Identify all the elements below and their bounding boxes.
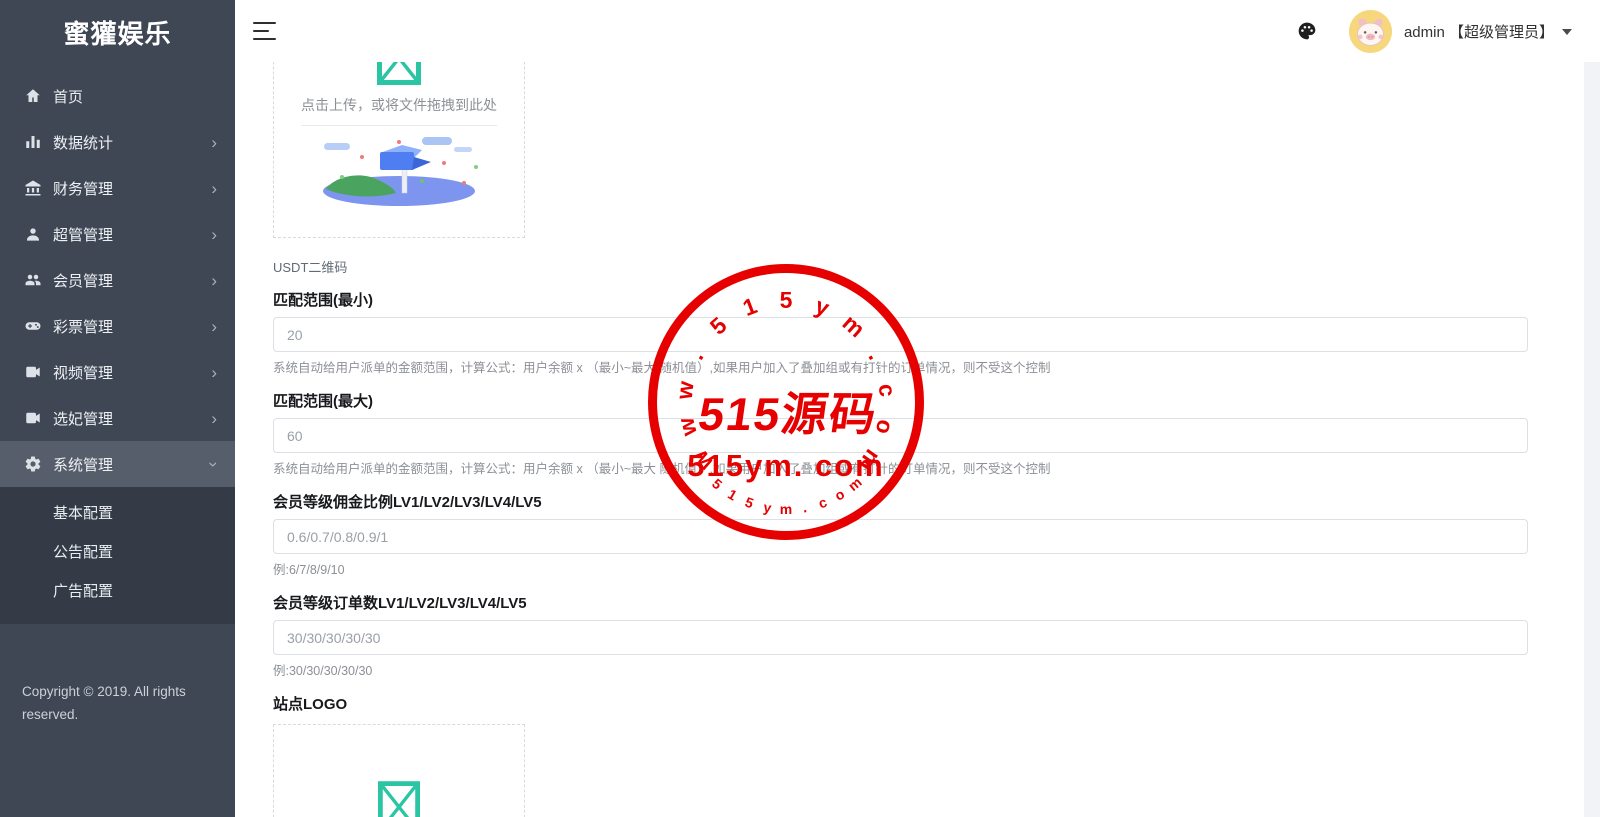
topbar: admin 【超级管理员】 bbox=[235, 0, 1600, 62]
site-logo-label: 站点LOGO bbox=[273, 695, 1528, 714]
match-max-input[interactable] bbox=[273, 418, 1528, 453]
sidebar-item-label: 超管管理 bbox=[53, 224, 211, 245]
chevron-right-icon: › bbox=[211, 410, 217, 427]
divider bbox=[301, 125, 497, 126]
broken-image-icon bbox=[378, 781, 420, 817]
admin-app: 蜜獾娱乐 首页 数据统计 › 财务管理 › bbox=[0, 0, 1600, 817]
chevron-right-icon: › bbox=[211, 180, 217, 197]
sidebar-item-label: 数据统计 bbox=[53, 132, 211, 153]
sidebar-toggle-icon[interactable] bbox=[253, 22, 277, 40]
bar-chart-icon bbox=[24, 133, 42, 151]
submenu-item-ad-config[interactable]: 广告配置 bbox=[0, 571, 235, 610]
sidebar-item-label: 首页 bbox=[53, 86, 217, 107]
gamepad-icon bbox=[24, 317, 42, 335]
broken-image-icon bbox=[377, 62, 421, 90]
usdt-qrcode-upload[interactable]: 点击上传，或将文件拖拽到此处 bbox=[273, 62, 525, 238]
users-icon bbox=[24, 271, 42, 289]
scrollbar[interactable] bbox=[1584, 62, 1600, 817]
field-label: 会员等级订单数LV1/LV2/LV3/LV4/LV5 bbox=[273, 594, 1528, 613]
chevron-right-icon: › bbox=[211, 318, 217, 335]
submenu-item-notice-config[interactable]: 公告配置 bbox=[0, 532, 235, 571]
user-name: admin 【超级管理员】 bbox=[1404, 21, 1554, 42]
chevron-right-icon: › bbox=[211, 134, 217, 151]
user-icon bbox=[24, 225, 42, 243]
sidebar-item-members[interactable]: 会员管理 › bbox=[0, 257, 235, 303]
field-label: 匹配范围(最小) bbox=[273, 291, 1528, 310]
theme-palette-icon[interactable] bbox=[1297, 21, 1317, 41]
match-min-input[interactable] bbox=[273, 317, 1528, 352]
sidebar-item-lottery[interactable]: 彩票管理 › bbox=[0, 303, 235, 349]
sidebar-item-label: 选妃管理 bbox=[53, 408, 211, 429]
sidebar-item-label: 彩票管理 bbox=[53, 316, 211, 337]
avatar[interactable] bbox=[1349, 10, 1392, 53]
topbar-right: admin 【超级管理员】 bbox=[1297, 10, 1572, 53]
sidebar: 蜜獾娱乐 首页 数据统计 › 财务管理 › bbox=[0, 0, 235, 817]
field-group-match-max: 匹配范围(最大) 系统自动给用户派单的金额范围，计算公式：用户余额 x （最小~… bbox=[273, 392, 1528, 477]
home-icon bbox=[24, 87, 42, 105]
chevron-down-icon: › bbox=[206, 461, 223, 467]
user-menu[interactable]: admin 【超级管理员】 bbox=[1349, 10, 1572, 53]
order-count-input[interactable] bbox=[273, 620, 1528, 655]
video-camera-icon bbox=[24, 409, 42, 427]
usdt-qrcode-label: USDT二维码 bbox=[273, 257, 1528, 276]
bank-icon bbox=[24, 179, 42, 197]
submenu-item-basic-config[interactable]: 基本配置 bbox=[0, 493, 235, 532]
sidebar-nav: 首页 数据统计 › 财务管理 › 超管管理 bbox=[0, 64, 235, 624]
sidebar-item-system[interactable]: 系统管理 › bbox=[0, 441, 235, 487]
sidebar-item-home[interactable]: 首页 bbox=[0, 73, 235, 119]
dropdown-caret-icon bbox=[1562, 29, 1572, 35]
field-label: 会员等级佣金比例LV1/LV2/LV3/LV4/LV5 bbox=[273, 493, 1528, 512]
empty-upload-illustration bbox=[304, 137, 494, 214]
sidebar-item-statistics[interactable]: 数据统计 › bbox=[0, 119, 235, 165]
field-group-match-min: 匹配范围(最小) 系统自动给用户派单的金额范围，计算公式：用户余额 x （最小~… bbox=[273, 291, 1528, 376]
sidebar-submenu: 基本配置 公告配置 广告配置 bbox=[0, 487, 235, 624]
sidebar-item-concubine[interactable]: 选妃管理 › bbox=[0, 395, 235, 441]
sidebar-item-label: 系统管理 bbox=[53, 454, 211, 475]
sidebar-item-label: 会员管理 bbox=[53, 270, 211, 291]
field-group-order-count: 会员等级订单数LV1/LV2/LV3/LV4/LV5 例:30/30/30/30… bbox=[273, 594, 1528, 679]
field-help: 例:6/7/8/9/10 bbox=[273, 562, 1528, 578]
field-group-commission-ratio: 会员等级佣金比例LV1/LV2/LV3/LV4/LV5 例:6/7/8/9/10 bbox=[273, 493, 1528, 578]
sidebar-item-label: 视频管理 bbox=[53, 362, 211, 383]
brand-logo: 蜜獾娱乐 bbox=[0, 0, 235, 64]
field-help: 系统自动给用户派单的金额范围，计算公式：用户余额 x （最小~最大 随机值）,如… bbox=[273, 360, 1528, 376]
chevron-right-icon: › bbox=[211, 364, 217, 381]
commission-ratio-input[interactable] bbox=[273, 519, 1528, 554]
field-help: 系统自动给用户派单的金额范围，计算公式：用户余额 x （最小~最大 随机值）,如… bbox=[273, 461, 1528, 477]
chevron-right-icon: › bbox=[211, 272, 217, 289]
upload-hint: 点击上传，或将文件拖拽到此处 bbox=[274, 95, 524, 115]
sidebar-item-finance[interactable]: 财务管理 › bbox=[0, 165, 235, 211]
site-logo-section: 站点LOGO bbox=[273, 695, 1528, 714]
site-logo-upload[interactable] bbox=[273, 724, 525, 817]
field-label: 匹配范围(最大) bbox=[273, 392, 1528, 411]
field-help: 例:30/30/30/30/30 bbox=[273, 663, 1528, 679]
sidebar-item-label: 财务管理 bbox=[53, 178, 211, 199]
sidebar-item-superadmin[interactable]: 超管管理 › bbox=[0, 211, 235, 257]
sidebar-item-video[interactable]: 视频管理 › bbox=[0, 349, 235, 395]
gear-icon bbox=[24, 455, 42, 473]
chevron-right-icon: › bbox=[211, 226, 217, 243]
copyright-text: Copyright © 2019. All rights reserved. bbox=[22, 680, 215, 726]
video-camera-icon bbox=[24, 363, 42, 381]
basic-config-form: 点击上传，或将文件拖拽到此处 bbox=[235, 62, 1584, 817]
